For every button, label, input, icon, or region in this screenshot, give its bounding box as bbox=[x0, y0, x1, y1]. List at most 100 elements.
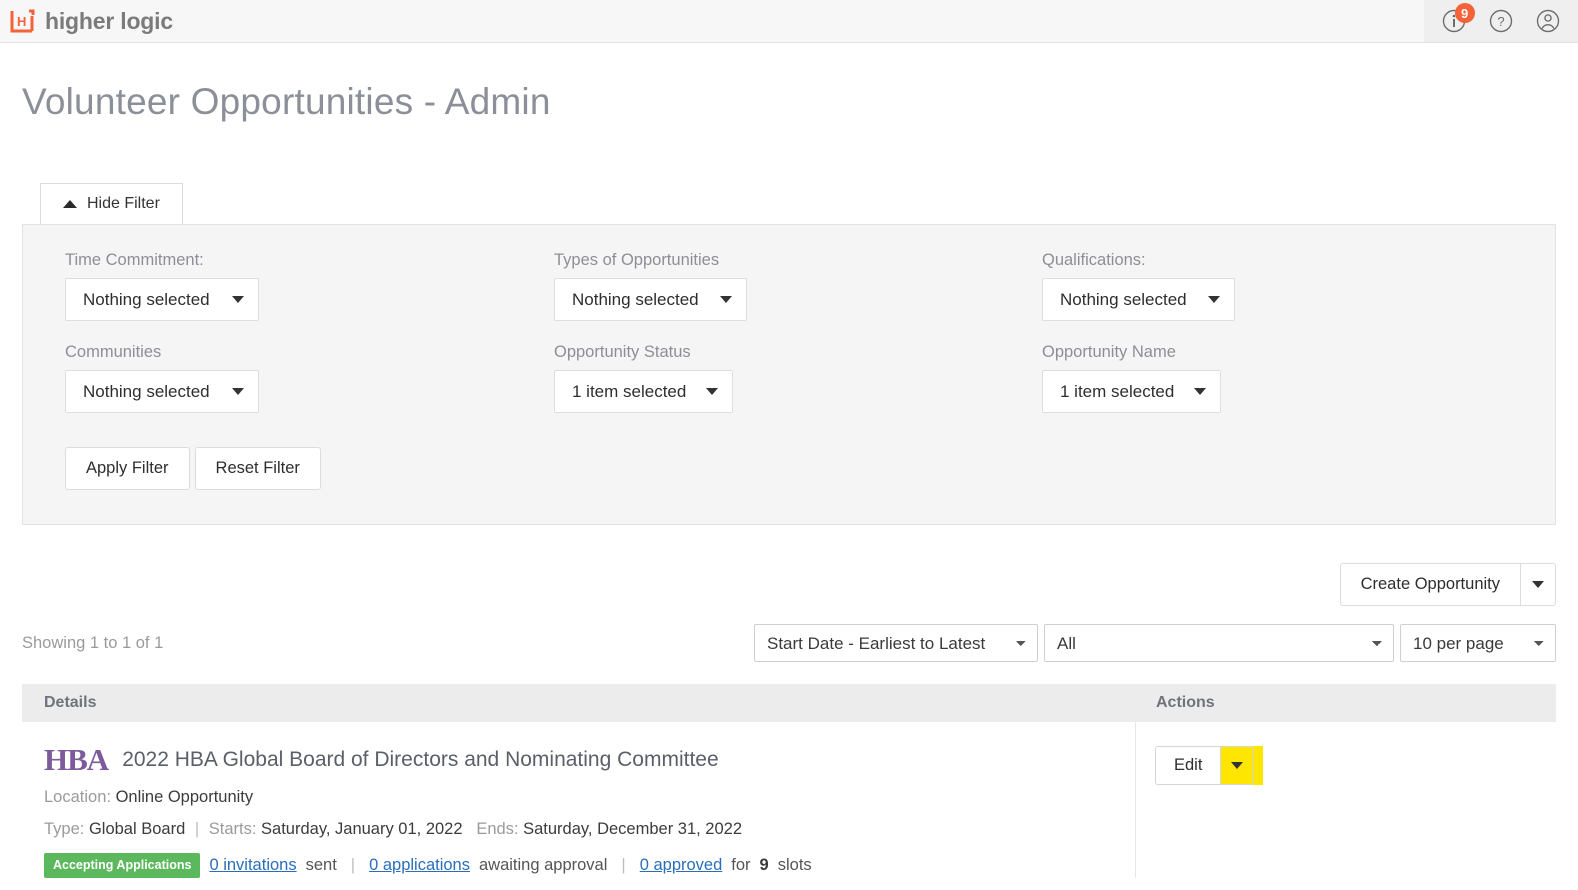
apply-filter-button[interactable]: Apply Filter bbox=[65, 447, 190, 490]
filter-label-opportunity-name: Opportunity Name bbox=[1042, 343, 1176, 361]
filter-select-value-time-commitment: Nothing selected bbox=[83, 289, 210, 309]
filter-section: Hide Filter Time Commitment: Nothing sel… bbox=[0, 183, 1578, 525]
slots-suffix: slots bbox=[777, 855, 812, 874]
chevron-down-icon bbox=[232, 388, 244, 395]
location-value: Online Opportunity bbox=[115, 788, 254, 806]
table-header-details: Details bbox=[44, 694, 97, 711]
create-opportunity-split-button: Create Opportunity bbox=[1339, 563, 1556, 606]
chevron-up-icon bbox=[63, 200, 77, 208]
chevron-down-icon bbox=[1231, 762, 1244, 769]
starts-label: Starts: bbox=[208, 820, 257, 838]
chevron-down-icon bbox=[706, 388, 718, 395]
opportunity-title: 2022 HBA Global Board of Directors and N… bbox=[122, 747, 719, 771]
filter-select-opportunity-status[interactable]: 1 item selected bbox=[554, 370, 733, 413]
edit-split-button: Edit bbox=[1155, 746, 1264, 785]
opportunity-header: HBA 2022 HBA Global Board of Directors a… bbox=[44, 744, 1135, 775]
starts-value: Saturday, January 01, 2022 bbox=[261, 820, 463, 838]
brand-name: higher logic bbox=[45, 7, 173, 34]
filter-select-value-opportunity-name: 1 item selected bbox=[1060, 381, 1175, 401]
invitations-suffix: sent bbox=[305, 855, 337, 874]
edit-dropdown-toggle[interactable] bbox=[1220, 746, 1255, 785]
applications-suffix: awaiting approval bbox=[478, 855, 608, 874]
type-value: Global Board bbox=[88, 820, 186, 838]
chevron-down-icon bbox=[1194, 388, 1206, 395]
filter-field-communities: Communities Nothing selected bbox=[65, 343, 554, 413]
page-size-select[interactable]: 10 per page bbox=[1400, 624, 1556, 662]
help-icon[interactable]: ? bbox=[1486, 6, 1516, 36]
filter-select-value-types-of-opportunities: Nothing selected bbox=[572, 289, 699, 309]
chevron-down-icon bbox=[232, 296, 244, 303]
table-row: HBA 2022 HBA Global Board of Directors a… bbox=[22, 722, 1556, 878]
filter-panel: Time Commitment: Nothing selected Types … bbox=[22, 224, 1556, 525]
sort-order-select[interactable]: Start Date - Earliest to Latest bbox=[754, 624, 1038, 662]
filter-select-communities[interactable]: Nothing selected bbox=[65, 370, 259, 413]
filter-select-value-communities: Nothing selected bbox=[83, 381, 210, 401]
invitations-link[interactable]: 0 invitations bbox=[209, 856, 296, 875]
filter-field-time-commitment: Time Commitment: Nothing selected bbox=[65, 251, 554, 321]
opportunities-table: Details Actions HBA 2022 HBA Global Boar… bbox=[22, 684, 1556, 878]
svg-text:?: ? bbox=[1497, 14, 1504, 29]
info-badge-count: 9 bbox=[1454, 3, 1475, 23]
top-navigation-bar: H higher logic 9 ? bbox=[0, 0, 1578, 43]
create-opportunity-dropdown-toggle[interactable] bbox=[1520, 563, 1556, 606]
applications-link[interactable]: 0 applications bbox=[369, 856, 470, 875]
chevron-down-icon bbox=[720, 296, 732, 303]
divider-pipe: | bbox=[350, 855, 356, 874]
edit-button[interactable]: Edit bbox=[1155, 746, 1221, 785]
status-badge: Accepting Applications bbox=[44, 853, 201, 878]
reset-filter-button[interactable]: Reset Filter bbox=[194, 447, 321, 490]
filter-label-time-commitment: Time Commitment: bbox=[65, 251, 204, 269]
ends-label: Ends: bbox=[476, 820, 519, 838]
create-opportunity-row: Create Opportunity bbox=[0, 525, 1578, 606]
table-cell-actions: Edit bbox=[1136, 722, 1264, 878]
filter-label-opportunity-status: Opportunity Status bbox=[554, 343, 691, 361]
svg-text:H: H bbox=[17, 14, 26, 29]
results-toolbar: Showing 1 to 1 of 1 Start Date - Earlies… bbox=[0, 606, 1578, 662]
divider-pipe: | bbox=[621, 855, 626, 874]
divider-pipe: | bbox=[194, 820, 200, 838]
table-header-actions: Actions bbox=[1156, 694, 1215, 711]
type-label: Type: bbox=[44, 820, 85, 838]
filter-action-buttons: Apply Filter Reset Filter bbox=[65, 447, 1513, 490]
filter-field-types-of-opportunities: Types of Opportunities Nothing selected bbox=[554, 251, 1042, 321]
filter-select-value-opportunity-status: 1 item selected bbox=[572, 381, 687, 401]
filter-label-communities: Communities bbox=[65, 343, 162, 361]
table-header-row: Details Actions bbox=[22, 684, 1556, 722]
opportunity-location-line: Location: Online Opportunity bbox=[44, 788, 1135, 807]
account-icon[interactable] bbox=[1533, 6, 1563, 36]
higher-logic-logo-icon: H bbox=[10, 9, 35, 33]
slots-count: 9 bbox=[759, 855, 769, 874]
topbar-icon-group: 9 ? bbox=[1424, 0, 1578, 42]
filter-field-qualifications: Qualifications: Nothing selected bbox=[1042, 251, 1513, 321]
chevron-down-icon bbox=[1532, 581, 1544, 588]
chevron-down-icon bbox=[1208, 296, 1220, 303]
filter-fields-grid: Time Commitment: Nothing selected Types … bbox=[65, 251, 1513, 413]
create-opportunity-button[interactable]: Create Opportunity bbox=[1339, 563, 1520, 606]
filter-label-types-of-opportunities: Types of Opportunities bbox=[554, 251, 720, 269]
approved-link[interactable]: 0 approved bbox=[640, 856, 723, 875]
filter-select-opportunity-name[interactable]: 1 item selected bbox=[1042, 370, 1221, 413]
hba-logo: HBA bbox=[44, 742, 109, 777]
page-title: Volunteer Opportunities - Admin bbox=[22, 81, 551, 122]
status-filter-select[interactable]: All bbox=[1044, 624, 1394, 662]
filter-select-types-of-opportunities[interactable]: Nothing selected bbox=[554, 278, 747, 321]
filter-select-qualifications[interactable]: Nothing selected bbox=[1042, 278, 1235, 321]
filter-field-opportunity-name: Opportunity Name 1 item selected bbox=[1042, 343, 1513, 413]
toolbar-controls: Start Date - Earliest to Latest All 10 p… bbox=[754, 624, 1556, 662]
filter-field-opportunity-status: Opportunity Status 1 item selected bbox=[554, 343, 1042, 413]
filter-label-qualifications: Qualifications: bbox=[1042, 251, 1146, 269]
hide-filter-label: Hide Filter bbox=[87, 195, 160, 212]
filter-select-time-commitment[interactable]: Nothing selected bbox=[65, 278, 259, 321]
approved-prefix: for bbox=[731, 855, 751, 874]
showing-count-label: Showing 1 to 1 of 1 bbox=[22, 633, 164, 652]
edit-dropdown-highlight bbox=[1220, 746, 1264, 785]
opportunity-dates-line: Type: Global Board | Starts: Saturday, J… bbox=[44, 820, 1135, 839]
filter-select-value-qualifications: Nothing selected bbox=[1060, 289, 1187, 309]
opportunity-status-line: Accepting Applications 0 invitations sen… bbox=[44, 853, 1135, 878]
hide-filter-toggle-button[interactable]: Hide Filter bbox=[40, 183, 183, 224]
ends-value: Saturday, December 31, 2022 bbox=[523, 820, 743, 838]
table-cell-details: HBA 2022 HBA Global Board of Directors a… bbox=[22, 722, 1136, 878]
info-icon[interactable]: 9 bbox=[1439, 3, 1475, 36]
brand-logo-area[interactable]: H higher logic bbox=[0, 8, 173, 35]
location-label: Location: bbox=[44, 788, 111, 806]
